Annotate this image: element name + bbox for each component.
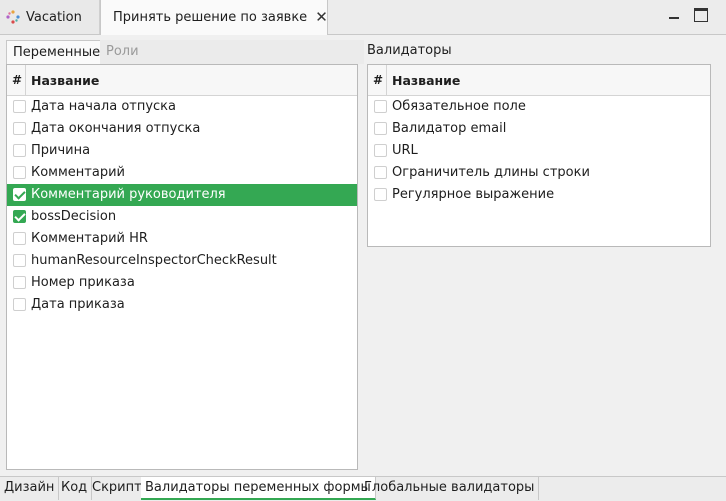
row-checkbox[interactable] [13,166,26,179]
row-checkbox[interactable] [374,122,387,135]
bottom-tab-bar: Дизайн Код Скрипт Валидаторы переменных … [0,476,726,501]
tab-variables[interactable]: Переменные [6,40,108,64]
validators-title: Валидаторы [367,43,452,58]
tab-vacation[interactable]: Vacation [0,0,100,34]
variables-list: Дата начала отпуска Дата окончания отпуск… [7,96,357,316]
row-checkbox[interactable] [374,188,387,201]
tab-code[interactable]: Код [57,477,93,500]
row-checkbox[interactable] [13,298,26,311]
row-checkbox[interactable] [13,210,26,223]
column-hash[interactable]: # [368,65,387,95]
row-label: Дата приказа [31,297,125,312]
row-label: Дата окончания отпуска [31,121,201,136]
row-checkbox[interactable] [374,100,387,113]
editor-tab-bar: Vacation Принять решение по заявке ✕ [0,0,726,35]
table-row[interactable]: Ограничитель длины строки [368,162,710,184]
tab-roles[interactable]: Роли [100,40,364,64]
validators-list: Обязательное поле Валидатор email URL Огран… [368,96,710,206]
table-header: # Название [7,65,357,96]
table-header: # Название [368,65,710,96]
row-label: Комментарий руководителя [31,187,226,202]
validators-table: # Название Обязательное поле Валидатор em… [367,64,711,247]
tab-script[interactable]: Скрипт [88,477,147,500]
table-row[interactable]: Дата окончания отпуска [7,118,357,140]
row-label: Номер приказа [31,275,135,290]
close-icon[interactable]: ✕ [315,10,328,25]
tab-design[interactable]: Дизайн [0,477,60,500]
table-row[interactable]: humanResourceInspectorCheckResult [7,250,357,272]
maximize-icon[interactable] [694,8,708,22]
row-checkbox[interactable] [13,122,26,135]
tab-decision-form[interactable]: Принять решение по заявке ✕ [100,0,328,35]
table-row[interactable]: Комментарий руководителя [7,184,357,206]
row-checkbox[interactable] [13,188,26,201]
table-row[interactable]: Валидатор email [368,118,710,140]
row-checkbox[interactable] [13,100,26,113]
table-row[interactable]: URL [368,140,710,162]
tab-vacation-label: Vacation [26,9,82,25]
row-label: Ограничитель длины строки [392,165,590,180]
table-row[interactable]: Дата приказа [7,294,357,316]
row-checkbox[interactable] [13,254,26,267]
row-checkbox[interactable] [374,144,387,157]
tab-global-validators[interactable]: Глобальные валидаторы [360,477,540,500]
row-label: Обязательное поле [392,99,526,114]
row-checkbox[interactable] [13,144,26,157]
row-label: bossDecision [31,209,117,224]
row-checkbox[interactable] [13,276,26,289]
row-checkbox[interactable] [13,232,26,245]
row-label: Комментарий [31,165,125,180]
tab-form-variable-validators[interactable]: Валидаторы переменных формы [141,477,376,500]
table-row[interactable]: Номер приказа [7,272,357,294]
row-checkbox[interactable] [374,166,387,179]
row-label: humanResourceInspectorCheckResult [31,253,277,268]
row-label: Комментарий HR [31,231,148,246]
table-row[interactable]: Комментарий HR [7,228,357,250]
column-name[interactable]: Название [392,73,460,88]
table-row[interactable]: bossDecision [7,206,357,228]
row-label: Причина [31,143,91,158]
table-row[interactable]: Причина [7,140,357,162]
process-icon [6,10,20,24]
table-row[interactable]: Комментарий [7,162,357,184]
row-label: Регулярное выражение [392,187,555,202]
table-row[interactable]: Обязательное поле [368,96,710,118]
table-row[interactable]: Дата начала отпуска [7,96,357,118]
column-hash[interactable]: # [7,65,26,95]
row-label: Дата начала отпуска [31,99,176,114]
variables-table: # Название Дата начала отпуска Дата оконч… [6,64,358,470]
column-name[interactable]: Название [31,73,99,88]
minimize-icon[interactable] [667,8,681,22]
row-label: URL [392,143,418,158]
tab-decision-form-label: Принять решение по заявке [113,10,308,25]
row-label: Валидатор email [392,121,507,136]
table-row[interactable]: Регулярное выражение [368,184,710,206]
